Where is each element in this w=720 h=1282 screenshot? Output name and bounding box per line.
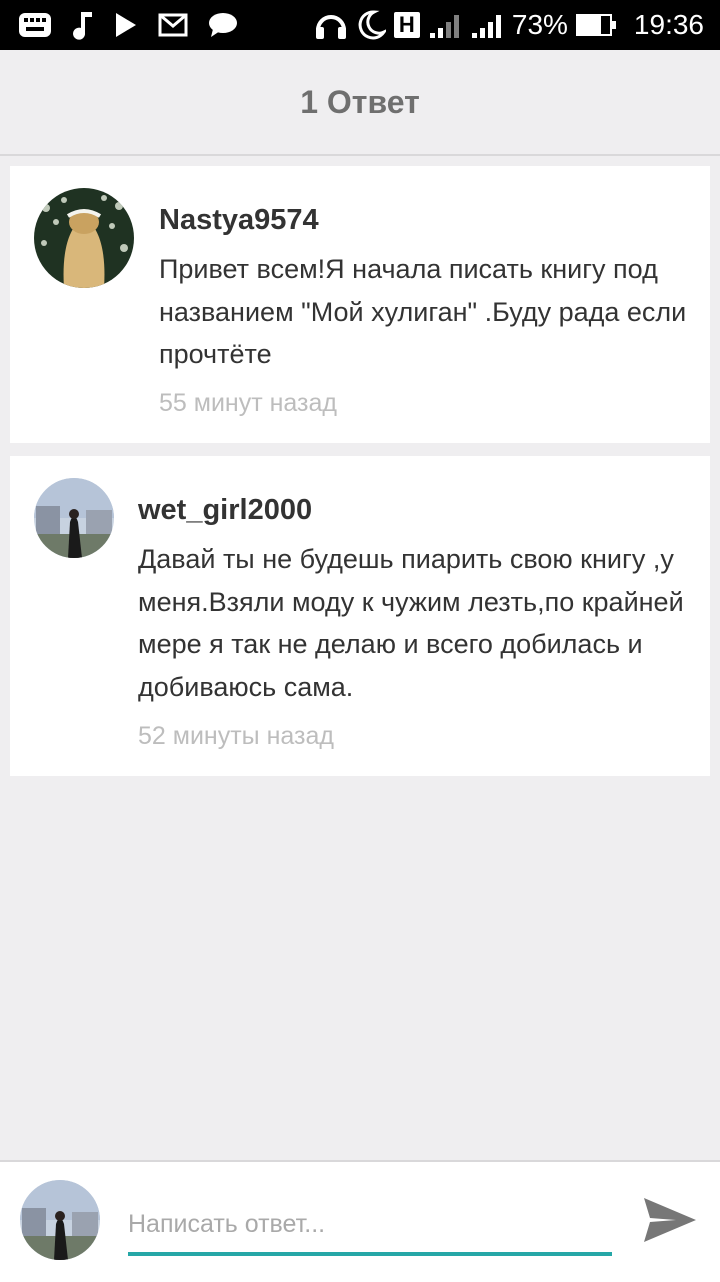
reply-input[interactable] (128, 1196, 612, 1256)
comment-username[interactable]: Nastya9574 (159, 204, 319, 237)
moon-icon (356, 0, 386, 50)
avatar[interactable] (34, 478, 114, 558)
keyboard-icon (18, 0, 52, 50)
avatar[interactable] (20, 1180, 100, 1260)
page-header: 1 Ответ (0, 50, 720, 156)
send-button[interactable] (640, 1190, 700, 1250)
battery-percent: 73% (511, 9, 568, 40)
comment-timestamp: 52 минуты назад (138, 722, 334, 750)
send-icon (644, 1198, 696, 1242)
comment-card: wet_girl2000 Давай ты не будешь пиарить … (10, 456, 710, 776)
signal-icon (470, 0, 504, 50)
page-title: 1 Ответ (300, 83, 420, 120)
chat-icon (208, 0, 238, 50)
mail-icon (158, 0, 188, 50)
battery-icon (575, 0, 616, 50)
avatar[interactable] (34, 188, 134, 288)
comment-text: Давай ты не будешь пиарить свою книгу ,у… (138, 544, 684, 702)
clock: 19:36 (633, 9, 704, 40)
avatar-image (20, 1180, 100, 1260)
comment-text: Привет всем!Я начала писать книгу под на… (159, 254, 687, 369)
avatar-image (34, 478, 114, 558)
h-network-icon: H (393, 0, 420, 50)
avatar-image (34, 188, 134, 288)
comment-card: Nastya9574 Привет всем!Я начала писать к… (10, 166, 710, 443)
headphones-icon (314, 0, 348, 50)
signal-icon (428, 0, 462, 50)
music-note-icon (72, 0, 94, 50)
comment-timestamp: 55 минут назад (159, 389, 337, 417)
status-bar: H 73% 19:36 (0, 0, 720, 50)
play-icon (114, 0, 138, 50)
comment-username[interactable]: wet_girl2000 (138, 494, 312, 527)
battery-fill (577, 16, 602, 34)
